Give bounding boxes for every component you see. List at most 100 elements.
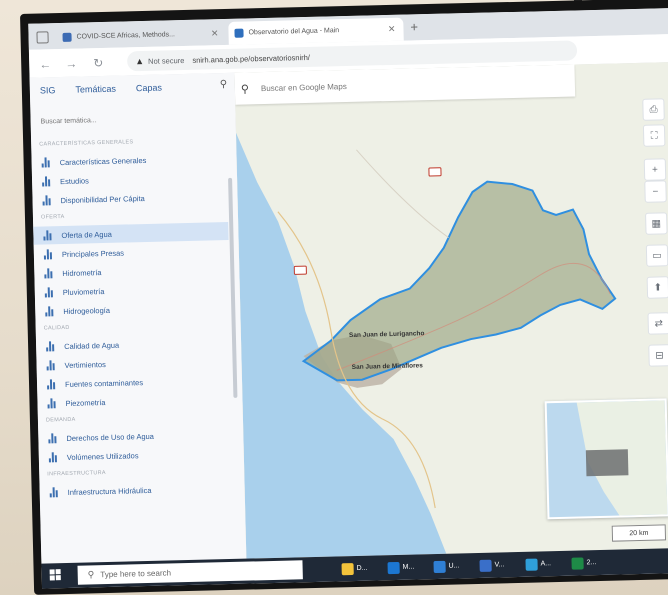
taskbar-app-label: V...	[494, 561, 505, 569]
section-header: CARACTERÍSTICAS GENERALES	[39, 139, 134, 148]
tab-title: COVID-SCE Africas, Methods...	[76, 31, 176, 41]
monitor: COVID-SCE Africas, Methods... ✕ Observat…	[20, 0, 668, 595]
sidebar-item[interactable]: Piezometría	[37, 390, 232, 413]
app-icon	[387, 561, 400, 574]
taskbar-app-label: D...	[356, 564, 368, 572]
sidebar-item[interactable]: Hidrogeología	[35, 298, 230, 321]
taskbar-app-button[interactable]: A...	[525, 554, 551, 574]
tab-sig[interactable]: SIG	[40, 85, 56, 95]
taskbar-search[interactable]: ⚲ Type here to search	[77, 560, 303, 585]
sidebar-item-label: Volúmenes Utilizados	[66, 450, 139, 462]
app-icon	[341, 562, 354, 575]
map-search-input[interactable]	[258, 76, 514, 94]
warning-icon: ▲	[135, 55, 145, 67]
bar-chart-icon	[44, 268, 54, 279]
close-icon[interactable]: ✕	[211, 28, 219, 39]
compass-icon[interactable]: ⬆	[646, 276, 668, 299]
favicon-icon	[62, 32, 72, 42]
sidebar-item-label: Infraestructura Hidráulica	[67, 485, 152, 497]
reload-icon[interactable]: ↻	[93, 56, 103, 70]
section-header: DEMANDA	[45, 416, 76, 424]
taskbar-app-button[interactable]: U...	[433, 556, 460, 576]
bar-chart-icon	[47, 398, 57, 409]
taskbar-app-button[interactable]: 2...	[571, 553, 596, 573]
sidebar-item-label: Fuentes contaminantes	[64, 377, 144, 389]
sidebar-item-label: Piezometría	[65, 397, 106, 408]
section-header: INFRAESTRUCTURA	[47, 470, 106, 478]
map-area[interactable]: San Juan de Lurigancho San Juan de Miraf…	[234, 62, 668, 559]
taskbar-app-label: M...	[402, 563, 415, 571]
favicon-icon	[234, 28, 244, 38]
fullscreen-icon[interactable]: ⛶	[642, 124, 666, 147]
search-icon: ⚲	[87, 569, 95, 580]
tab-title: Observatorio del Agua - Main	[248, 27, 340, 37]
overview-canvas	[576, 400, 668, 516]
save-icon[interactable]: ⊟	[648, 344, 668, 367]
watershed-basin	[301, 180, 617, 382]
sidebar-item-label: Estudios	[59, 175, 89, 186]
app-icon	[479, 559, 492, 572]
sidebar-item-label: Principales Presas	[61, 248, 125, 259]
sidebar-item-label: Disponibilidad Per Cápita	[60, 193, 145, 205]
taskbar-app-button[interactable]: M...	[387, 558, 414, 578]
section-header: CALIDAD	[43, 324, 70, 332]
taskbar-app-label: A...	[540, 560, 552, 568]
layers-icon[interactable]: ▦	[645, 212, 668, 235]
taskbar-app-label: 2...	[586, 559, 597, 567]
taskbar-app-label: U...	[448, 562, 460, 570]
theme-search-input[interactable]	[38, 109, 218, 130]
search-icon[interactable]: ⚲	[220, 79, 228, 90]
windows-start-icon[interactable]	[49, 569, 62, 581]
app-icon	[433, 560, 446, 573]
tab-tematicas[interactable]: Temáticas	[75, 84, 116, 95]
sidebar-item-label: Características Generales	[59, 155, 147, 167]
bar-chart-icon	[47, 379, 57, 390]
road	[356, 149, 449, 239]
bar-chart-icon	[42, 195, 52, 206]
bar-chart-icon	[43, 249, 54, 260]
close-icon[interactable]: ✕	[388, 24, 396, 35]
tab-capas[interactable]: Capas	[136, 83, 162, 94]
sidebar-item-label: Pluviometría	[62, 286, 105, 297]
forward-icon[interactable]: →	[65, 57, 77, 71]
bar-chart-icon	[46, 360, 56, 371]
sidebar: SIG Temáticas Capas ⚲ CARACTERÍSTICAS GE…	[29, 72, 248, 564]
search-icon[interactable]: ⚲	[241, 82, 249, 95]
bar-chart-icon	[48, 452, 59, 463]
window-menu-icon[interactable]	[36, 31, 49, 44]
sidebar-item-label: Hidrogeología	[63, 305, 111, 316]
zoom-in-icon[interactable]: +	[643, 158, 667, 181]
app-icon	[571, 556, 584, 570]
sidebar-item-label: Oferta de Agua	[61, 229, 112, 240]
bar-chart-icon	[44, 287, 55, 298]
bar-chart-icon	[42, 176, 52, 187]
bar-chart-icon	[43, 230, 53, 241]
share-icon[interactable]: ⇄	[647, 312, 668, 335]
taskbar-search-placeholder: Type here to search	[100, 568, 172, 580]
sidebar-tabs: SIG Temáticas Capas	[30, 73, 236, 104]
print-icon[interactable]: ⎙	[642, 98, 665, 121]
new-tab-button[interactable]: +	[410, 19, 418, 34]
sidebar-item[interactable]: Infraestructura Hidráulica	[39, 479, 234, 502]
sidebar-item-label: Vertimientos	[64, 359, 106, 370]
security-label: Not secure	[147, 55, 185, 66]
url-text: snirh.ana.gob.pe/observatoriosnirh/	[192, 52, 311, 65]
bar-chart-icon	[45, 306, 55, 317]
sidebar-item[interactable]: Volúmenes Utilizados	[39, 444, 234, 467]
back-icon[interactable]: ←	[39, 57, 51, 71]
taskbar-app-button[interactable]: D...	[341, 559, 368, 579]
map-marker	[428, 167, 442, 177]
app-icon	[525, 558, 538, 571]
bar-chart-icon	[41, 157, 52, 168]
sidebar-item-label: Derechos de Uso de Agua	[66, 431, 155, 443]
ruler-icon[interactable]: ▭	[645, 244, 668, 267]
screen: COVID-SCE Africas, Methods... ✕ Observat…	[28, 8, 668, 589]
zoom-out-icon[interactable]: −	[644, 180, 667, 203]
map-scale: 20 km	[611, 524, 667, 542]
sidebar-item[interactable]: Disponibilidad Per Cápita	[32, 187, 227, 210]
bar-chart-icon	[46, 341, 56, 352]
overview-map[interactable]	[544, 398, 668, 520]
taskbar-app-button[interactable]: V...	[479, 555, 505, 575]
sidebar-item-label: Calidad de Agua	[64, 340, 120, 351]
bar-chart-icon	[48, 433, 58, 444]
